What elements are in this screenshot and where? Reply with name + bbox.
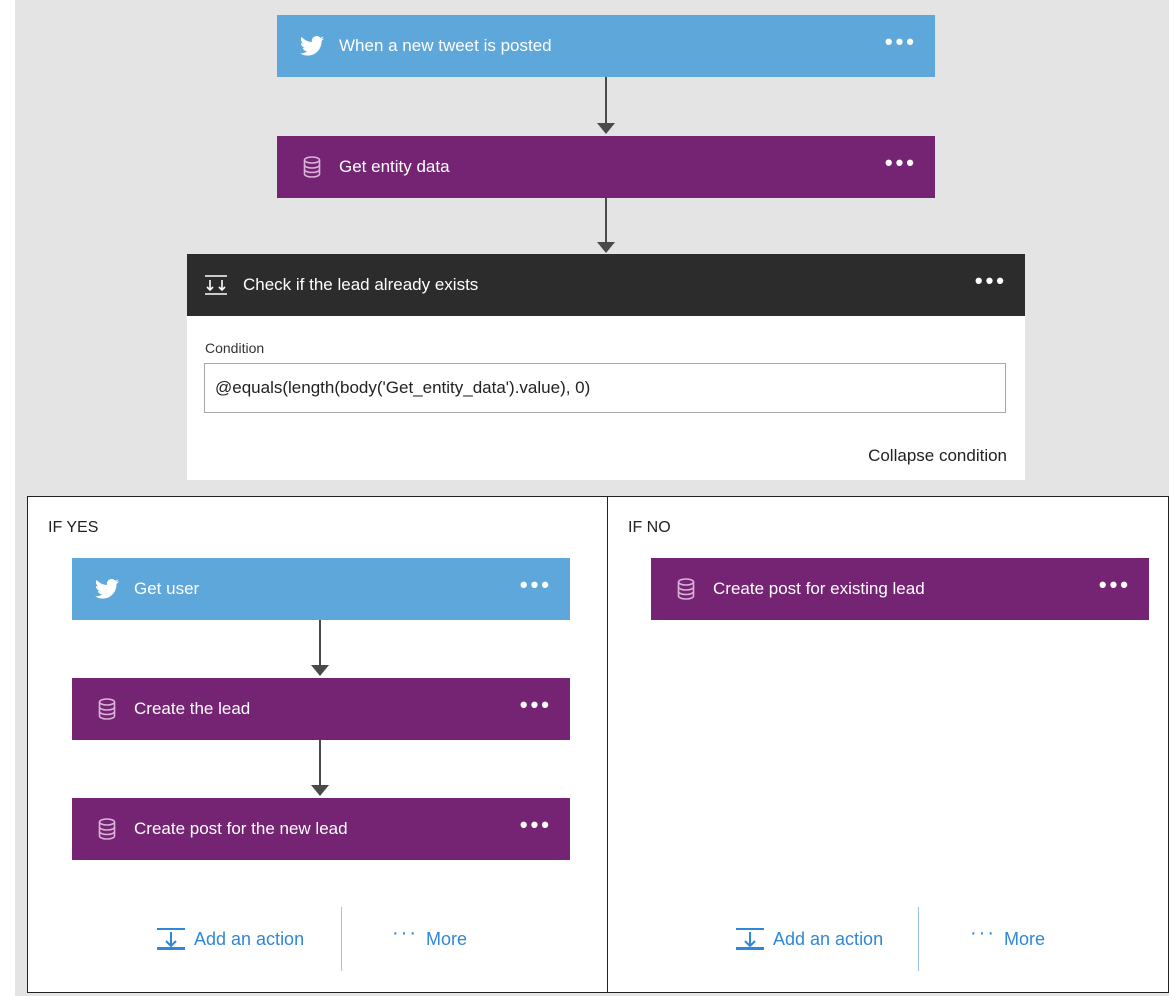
- condition-expression-input[interactable]: @equals(length(body('Get_entity_data').v…: [204, 363, 1006, 413]
- database-icon: [94, 696, 120, 722]
- database-icon: [94, 816, 120, 842]
- create-post-new-lead-menu-button[interactable]: •••: [520, 814, 570, 836]
- action-card-create-post-existing-lead[interactable]: Create post for existing lead •••: [651, 558, 1149, 620]
- connector-arrow: [311, 620, 329, 676]
- yes-more-label: More: [425, 929, 467, 949]
- create-lead-label: Create the lead: [134, 699, 251, 718]
- condition-icon: [203, 272, 229, 298]
- yes-add-action-button[interactable]: Add an action: [156, 927, 304, 951]
- get-entity-label: Get entity data: [339, 157, 450, 176]
- get-entity-menu-button[interactable]: •••: [885, 152, 935, 174]
- yes-branch-action-bar: Add an action ··· More: [28, 907, 607, 971]
- yes-add-action-label: Add an action: [194, 928, 305, 949]
- create-lead-menu-button[interactable]: •••: [520, 694, 570, 716]
- action-bar-divider: [918, 907, 919, 971]
- database-icon: [299, 154, 325, 180]
- condition-menu-button[interactable]: •••: [975, 270, 1025, 292]
- add-action-icon: [157, 928, 185, 950]
- condition-field-label: Condition: [205, 340, 265, 356]
- action-card-get-user[interactable]: Get user •••: [72, 558, 570, 620]
- no-more-button[interactable]: ··· More: [970, 922, 1045, 951]
- trigger-card-new-tweet[interactable]: When a new tweet is posted •••: [277, 15, 935, 77]
- twitter-icon: [94, 576, 120, 602]
- connector-arrow: [597, 77, 615, 134]
- collapse-condition-link[interactable]: Collapse condition: [868, 446, 1007, 466]
- trigger-label: When a new tweet is posted: [339, 36, 552, 55]
- no-add-action-label: Add an action: [773, 928, 884, 949]
- action-card-create-lead[interactable]: Create the lead •••: [72, 678, 570, 740]
- get-user-menu-button[interactable]: •••: [520, 574, 570, 596]
- get-user-label: Get user: [134, 579, 200, 598]
- create-post-existing-lead-menu-button[interactable]: •••: [1099, 574, 1149, 596]
- add-action-icon: [736, 928, 764, 950]
- if-yes-branch: IF YES Get user ••• Create the lead ••• …: [27, 496, 608, 993]
- yes-more-button[interactable]: ··· More: [392, 922, 467, 951]
- connector-arrow: [597, 198, 615, 253]
- create-post-new-lead-label: Create post for the new lead: [134, 819, 348, 838]
- connector-arrow: [311, 740, 329, 796]
- trigger-menu-button[interactable]: •••: [885, 31, 935, 53]
- action-card-get-entity-data[interactable]: Get entity data •••: [277, 136, 935, 198]
- if-no-title: IF NO: [628, 519, 671, 536]
- no-add-action-button[interactable]: Add an action: [735, 927, 883, 951]
- create-post-existing-lead-label: Create post for existing lead: [713, 579, 925, 598]
- if-yes-title: IF YES: [48, 519, 99, 536]
- condition-body: Condition @equals(length(body('Get_entit…: [187, 316, 1025, 480]
- if-no-branch: IF NO Create post for existing lead ••• …: [607, 496, 1169, 993]
- action-bar-divider: [341, 907, 342, 971]
- no-branch-action-bar: Add an action ··· More: [608, 907, 1168, 971]
- condition-card[interactable]: Check if the lead already exists •••: [187, 254, 1025, 316]
- no-more-label: More: [1003, 929, 1045, 949]
- condition-label: Check if the lead already exists: [243, 275, 479, 294]
- twitter-icon: [299, 33, 325, 59]
- database-icon: [673, 576, 699, 602]
- action-card-create-post-new-lead[interactable]: Create post for the new lead •••: [72, 798, 570, 860]
- more-dots-icon: ···: [970, 922, 996, 944]
- more-dots-icon: ···: [392, 922, 418, 944]
